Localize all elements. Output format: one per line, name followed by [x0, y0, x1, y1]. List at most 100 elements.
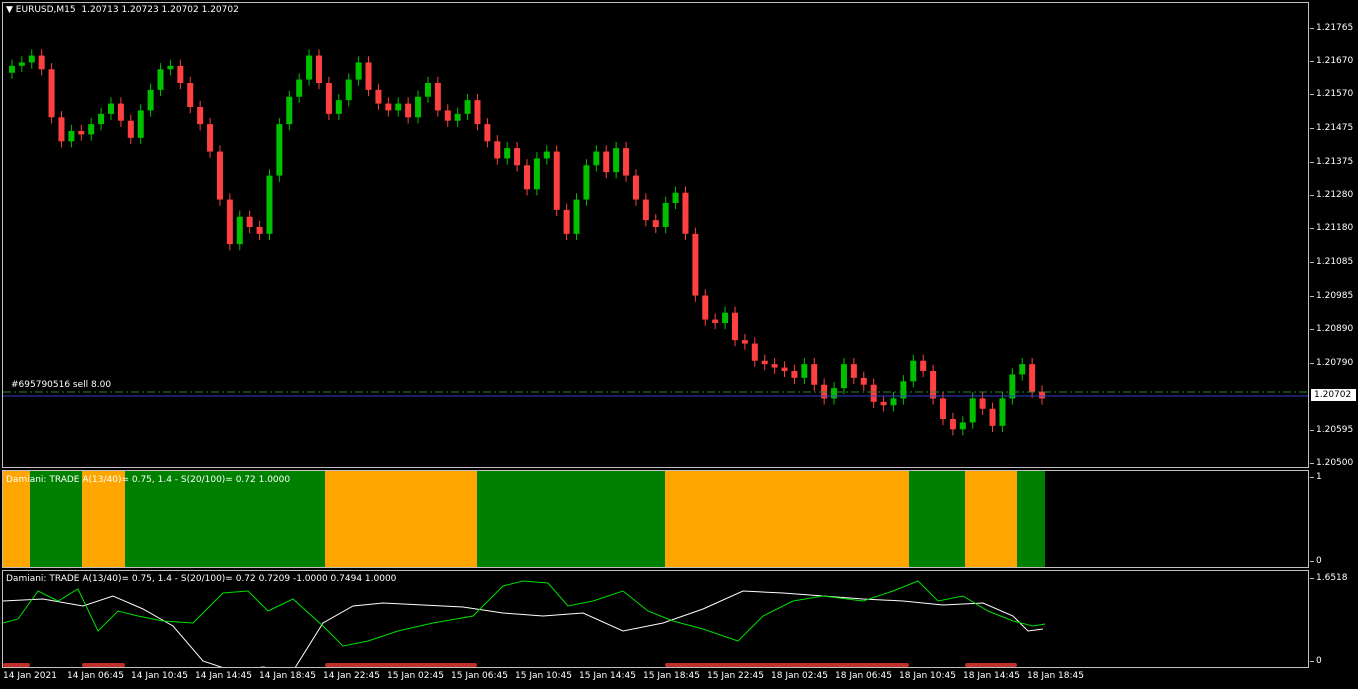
price-tick-label: 1.20985	[1316, 291, 1354, 301]
time-tick-label: 14 Jan 14:45	[195, 671, 252, 681]
damiani-lines	[3, 580, 1046, 667]
candle-body	[563, 209, 570, 234]
damiani-histogram-pane[interactable]: Damiani: TRADE A(13/40)= 0.75, 1.4 - S(2…	[2, 470, 1309, 568]
time-tick-label: 15 Jan 18:45	[643, 671, 700, 681]
histogram-bar-green	[909, 471, 965, 567]
candle-body	[98, 113, 105, 125]
candle-body	[108, 103, 114, 114]
candle-body	[226, 199, 233, 245]
time-tick-label: 18 Jan 14:45	[963, 671, 1020, 681]
time-tick-label: 15 Jan 02:45	[387, 671, 444, 681]
candle-body	[276, 124, 283, 176]
candle-body	[692, 233, 699, 296]
signal-bar-red	[82, 663, 125, 667]
candle-body	[732, 312, 738, 341]
time-tick-label: 14 Jan 10:45	[131, 671, 188, 681]
candle-body	[207, 124, 214, 152]
price-tick-label: 1.21280	[1316, 190, 1354, 200]
time-tick-label: 18 Jan 06:45	[835, 671, 892, 681]
candle-body	[603, 151, 610, 173]
candle-body	[48, 69, 55, 118]
price-tick-label: 1.21375	[1316, 157, 1354, 167]
candle-body	[58, 117, 65, 142]
candle-body	[1039, 391, 1046, 399]
candle-body	[870, 384, 877, 402]
candle-body	[454, 113, 461, 121]
candle-body	[474, 100, 481, 125]
candle-body	[999, 398, 1006, 426]
candle-body	[335, 100, 342, 114]
candle-body	[216, 151, 223, 200]
candle-body	[514, 148, 521, 166]
candle-body	[781, 367, 788, 371]
histogram-bar-green	[1017, 471, 1045, 567]
time-tick-label: 18 Jan 18:45	[1027, 671, 1084, 681]
histogram-bar-orange	[965, 471, 1017, 567]
candle-body	[88, 124, 95, 135]
candle-body	[543, 151, 550, 159]
candle-body	[979, 398, 986, 409]
candle-body	[345, 79, 352, 101]
price-tick-label: 1.20790	[1316, 358, 1354, 368]
candle-body	[533, 158, 540, 190]
candle-body	[910, 360, 917, 382]
candle-body	[78, 131, 85, 135]
trade-line-label: #695790516 sell 8.00	[11, 380, 112, 390]
time-tick-label: 14 Jan 18:45	[259, 671, 316, 681]
candle-body	[989, 408, 996, 426]
damiani-lines-pane[interactable]: Damiani: TRADE A(13/40)= 0.75, 1.4 - S(2…	[2, 570, 1309, 668]
histogram-bar-green	[30, 471, 82, 567]
candle-body	[712, 319, 719, 323]
candle-body	[583, 165, 590, 200]
candle-body	[613, 148, 620, 173]
time-tick-label: 15 Jan 06:45	[451, 671, 508, 681]
damiani-histogram	[3, 471, 1045, 567]
time-tick-label: 14 Jan 06:45	[67, 671, 124, 681]
price-tick-label: 1.21765	[1316, 23, 1354, 33]
candle-body	[524, 165, 530, 190]
candle-body	[890, 398, 897, 406]
price-chart-pane[interactable]: ▼ EURUSD,M15 1.20713 1.20723 1.20702 1.2…	[2, 2, 1309, 468]
indicator-line-white	[3, 590, 1044, 667]
price-tick-label: 1.20595	[1316, 425, 1354, 435]
candle-body	[375, 89, 382, 104]
candle-body	[137, 110, 144, 138]
candle-body	[593, 151, 600, 166]
signal-bar-red	[665, 663, 909, 667]
candle-body	[840, 364, 847, 389]
candle-body	[850, 364, 857, 378]
price-tick-label: 1.21180	[1316, 223, 1354, 233]
candle-body	[959, 422, 966, 430]
candle-body	[464, 100, 471, 114]
indicator2-axis: 1.6518 0	[1310, 570, 1358, 668]
candle-body	[434, 83, 441, 111]
time-tick-label: 15 Jan 22:45	[707, 671, 764, 681]
candle-body	[662, 203, 669, 227]
indicator-line-green	[3, 580, 1046, 647]
candle-body	[306, 55, 313, 80]
time-tick-label: 15 Jan 14:45	[579, 671, 636, 681]
symbol-menu-icon[interactable]: ▼	[6, 5, 13, 15]
candle-body	[930, 371, 937, 399]
ohlc-values: 1.20713 1.20723 1.20702 1.20702	[81, 5, 239, 15]
candlestick-chart	[3, 49, 1308, 436]
signal-bar-red	[325, 663, 477, 667]
candle-body	[286, 96, 293, 125]
signal-bar-red	[3, 663, 30, 667]
candle-body	[642, 199, 649, 221]
candle-body	[177, 65, 184, 83]
candle-body	[355, 62, 362, 80]
candle-body	[969, 398, 976, 423]
price-tick-label: 1.21085	[1316, 257, 1354, 267]
candle-body	[8, 65, 15, 73]
candle-body	[68, 131, 75, 142]
candle-body	[771, 364, 778, 368]
candle-body	[920, 360, 927, 371]
candle-body	[860, 377, 867, 385]
candle-body	[38, 55, 45, 70]
time-tick-label: 15 Jan 10:45	[515, 671, 572, 681]
candle-body	[1029, 364, 1036, 392]
candle-body	[415, 96, 422, 118]
indicator2-scale-bottom: 0	[1316, 656, 1322, 666]
candle-body	[18, 62, 25, 66]
